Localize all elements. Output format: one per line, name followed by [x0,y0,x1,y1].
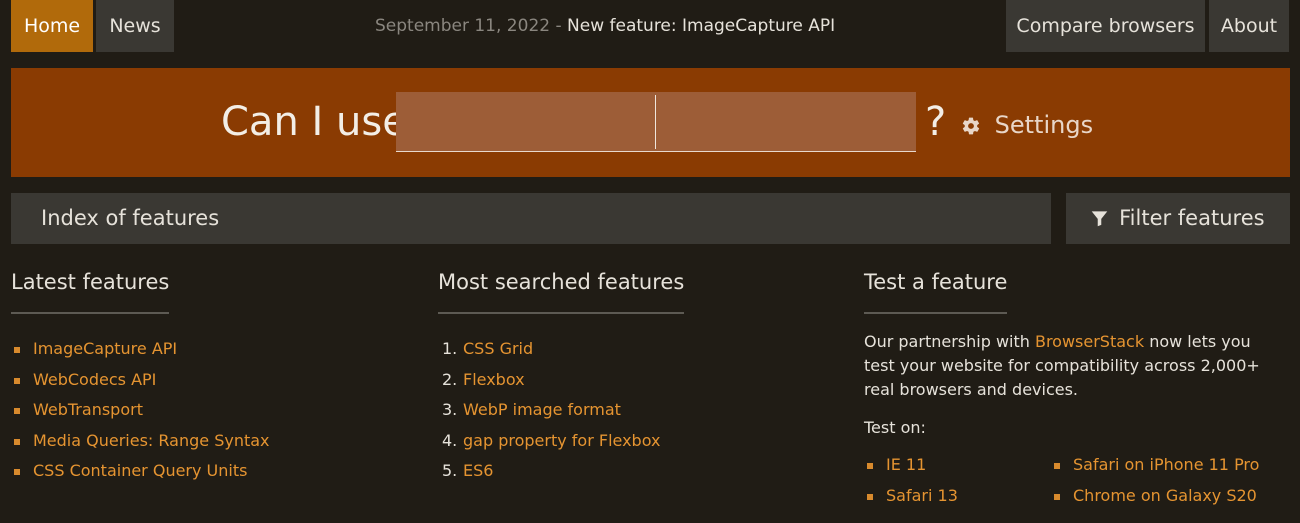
browserstack-link[interactable]: BrowserStack [1035,332,1144,351]
test-browser-grid: IE 11 Safari 13 Safari on iPhone 11 Pro … [864,450,1284,520]
hero-label: Can I use [221,99,407,145]
feature-link[interactable]: gap property for Flexbox [463,431,660,450]
settings-button[interactable]: Settings [961,110,1093,140]
test-browser-link[interactable]: Safari on iPhone 11 Pro [1073,455,1259,474]
most-searched-list: 1. CSS Grid 2. Flexbox 3. WebP image format… [438,334,838,487]
list-item: 3. WebP image format [438,395,838,426]
test-feature-section: Test a feature Our partnership with Brow… [864,266,1284,520]
feature-link[interactable]: CSS Container Query Units [33,461,247,480]
list-item: ImageCapture API [11,334,411,365]
nav-compare-browsers-button[interactable]: Compare browsers [1006,0,1205,52]
test-feature-heading: Test a feature [864,266,1008,314]
list-number: 5. [442,461,458,480]
feature-link[interactable]: WebCodecs API [33,370,156,389]
feature-link[interactable]: WebTransport [33,400,143,419]
feature-link[interactable]: WebP image format [463,400,621,419]
bullet-icon [14,408,20,414]
nav-about-button[interactable]: About [1209,0,1289,52]
latest-features-section: Latest features ImageCapture API WebCode… [11,266,411,487]
list-item: 1. CSS Grid [438,334,838,365]
bullet-icon [14,469,20,475]
feature-link[interactable]: Flexbox [463,370,525,389]
list-number: 1. [442,339,458,358]
search-hero: Can I use ? Settings [11,68,1290,177]
test-browser-link[interactable]: IE 11 [886,455,926,474]
index-of-features-button[interactable]: Index of features [11,193,1051,244]
test-browser-list: IE 11 Safari 13 [864,450,958,511]
gear-icon [961,111,995,139]
news-date: September 11, 2022 - [375,16,562,36]
latest-features-heading: Latest features [11,266,170,314]
list-item: CSS Container Query Units [11,456,411,487]
nav-home-button[interactable]: Home [11,0,93,52]
list-item: 5. ES6 [438,456,838,487]
bullet-icon [14,347,20,353]
test-browser-list: Safari on iPhone 11 Pro Chrome on Galaxy… [1051,450,1259,511]
test-browser-link[interactable]: Chrome on Galaxy S20 [1073,486,1257,505]
most-searched-section: Most searched features 1. CSS Grid 2. Flex… [438,266,838,487]
settings-label: Settings [994,111,1094,139]
partnership-text: Our partnership with BrowserStack now le… [864,330,1274,402]
bullet-icon [14,377,20,384]
search-input[interactable] [396,92,656,151]
list-item: WebCodecs API [11,365,411,396]
bullet-icon [867,493,873,500]
list-number: 3. [442,400,458,419]
feature-link[interactable]: ES6 [463,461,493,480]
list-item: WebTransport [11,395,411,426]
list-item: Chrome on Galaxy S20 [1051,481,1259,512]
test-browser-column-right: Safari on iPhone 11 Pro Chrome on Galaxy… [1051,450,1259,511]
most-searched-heading: Most searched features [438,266,685,314]
list-item: Safari 13 [864,481,958,512]
list-number: 2. [442,369,458,389]
partnership-text-start: Our partnership with [864,332,1035,351]
bullet-icon [14,438,20,445]
bullet-icon [1054,463,1060,469]
hero-question-mark: ? [925,99,947,145]
nav-news-button[interactable]: News [96,0,174,52]
list-item: 2. Flexbox [438,365,838,396]
test-browser-column-left: IE 11 Safari 13 [864,450,958,511]
news-banner: September 11, 2022 - New feature: ImageC… [375,0,835,52]
list-item: Media Queries: Range Syntax [11,426,411,457]
news-headline-link[interactable]: New feature: ImageCapture API [567,16,835,36]
feature-link[interactable]: CSS Grid [463,339,533,358]
search-input-compare[interactable] [656,92,916,151]
filter-features-label: Filter features [1119,206,1265,230]
filter-icon [1091,206,1119,230]
search-box [396,92,916,152]
test-browser-link[interactable]: Safari 13 [886,486,958,505]
test-on-label: Test on: [864,418,926,437]
list-item: Safari on iPhone 11 Pro [1051,450,1259,481]
top-navigation: Home News September 11, 2022 - New featu… [0,0,1300,52]
bullet-icon [867,463,873,469]
latest-features-list: ImageCapture API WebCodecs API WebTransp… [11,334,411,487]
list-item: IE 11 [864,450,958,481]
feature-link[interactable]: Media Queries: Range Syntax [33,431,270,450]
list-item: 4. gap property for Flexbox [438,426,838,457]
list-number: 4. [442,430,458,450]
bullet-icon [1054,493,1060,500]
feature-link[interactable]: ImageCapture API [33,339,177,358]
filter-features-button[interactable]: Filter features [1066,193,1290,244]
